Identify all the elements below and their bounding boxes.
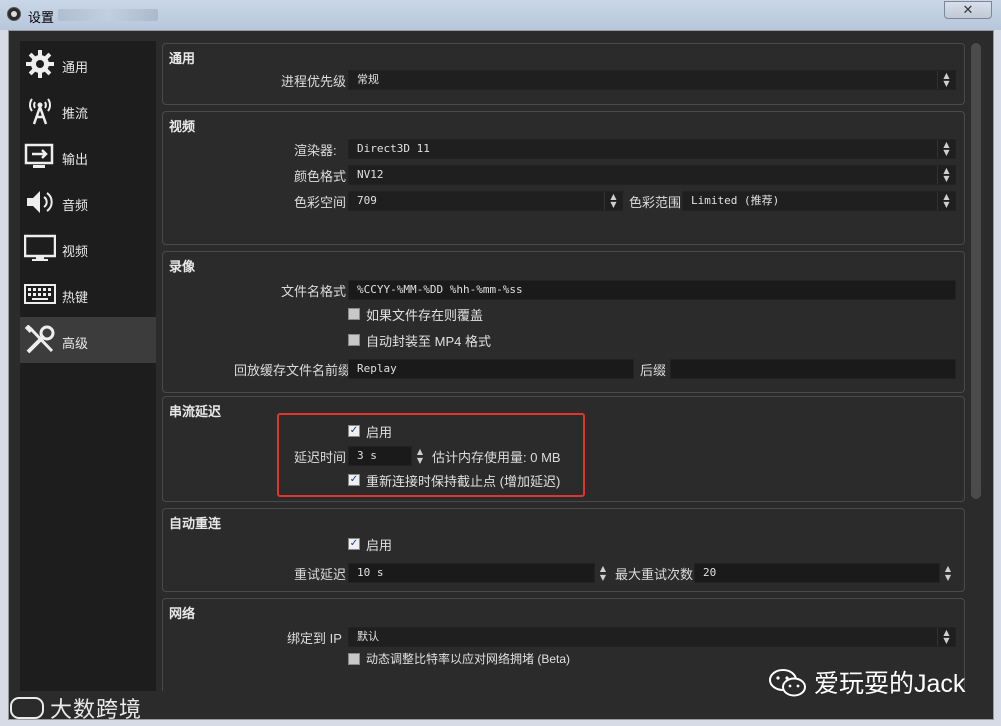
updown-icon: ▲ ▼ [937, 628, 955, 646]
group-title: 自动重连 [169, 516, 222, 531]
speaker-icon [27, 191, 53, 213]
reconnect-enable-checkbox[interactable]: ✓ [348, 538, 360, 550]
window-title: 设置 [28, 10, 55, 25]
wechat-icon [769, 669, 806, 697]
bind-ip-select[interactable]: 默认 ▲ ▼ [348, 627, 956, 647]
output-monitor-icon [24, 143, 54, 168]
sidebar-item-label: 高级 [62, 336, 89, 351]
replay-prefix-input[interactable]: Replay [348, 359, 634, 379]
watermark-left-text: 大数跨境 [50, 697, 143, 722]
broadcast-tower-icon [29, 98, 51, 125]
suffix-label: 后缀 [640, 363, 667, 378]
obs-icon [7, 7, 21, 21]
group-reconnect: 自动重连 ✓ 启用 重试延迟 10 s ▲ ▼ 最大重试次数 20 ▲ ▼ [162, 508, 965, 592]
logo-icon [10, 697, 44, 719]
renderer-label: 渲染器: [294, 143, 337, 158]
sidebar-item-audio[interactable]: 音频 [20, 179, 156, 225]
color-range-value: Limited (推荐) [691, 194, 780, 207]
sidebar-item-label: 通用 [62, 60, 89, 75]
sidebar-item-label: 视频 [62, 244, 89, 259]
retry-delay-spin-arrows-icon[interactable]: ▲ ▼ [596, 563, 610, 583]
renderer-value: Direct3D 11 [357, 142, 430, 155]
group-general: 通用 进程优先级 常规 ▲ ▼ [162, 43, 965, 105]
sidebar-item-advanced[interactable]: 高级 [20, 317, 156, 363]
watermark-right: 爱玩耍的Jack [768, 664, 965, 700]
tools-icon [24, 325, 55, 354]
sidebar-item-label: 输出 [62, 152, 89, 167]
automux-checkbox[interactable] [348, 334, 360, 346]
group-title: 串流延迟 [169, 404, 222, 419]
updown-icon: ▲ ▼ [937, 166, 955, 184]
red-highlight-box [277, 413, 585, 497]
color-format-value: NV12 [357, 168, 384, 181]
sidebar-item-label: 音频 [62, 198, 89, 213]
watermark-right-text: 爱玩耍的Jack [814, 670, 966, 698]
priority-label: 进程优先级 [281, 74, 347, 89]
keyboard-icon [24, 284, 56, 304]
automux-label: 自动封装至 MP4 格式 [366, 334, 491, 349]
renderer-select[interactable]: Direct3D 11 ▲ ▼ [348, 139, 956, 159]
retry-delay-label: 重试延迟 [294, 567, 347, 582]
updown-icon: ▲ ▼ [937, 140, 955, 158]
settings-dialog: 通用 推流 输出 音频 视频 热键 高级 通用 进程优先级 常规 ▲ ▼ 视频 … [8, 30, 994, 720]
sidebar-item-label: 热键 [62, 290, 89, 305]
watermark-left: 大数跨境 [10, 692, 142, 724]
filename-format-input[interactable]: %CCYY-%MM-%DD %hh-%mm-%ss [348, 280, 956, 300]
color-space-label: 色彩空间 [294, 195, 347, 210]
gear-icon [26, 50, 54, 78]
color-space-value: 709 [357, 194, 377, 207]
replay-prefix-label: 回放缓存文件名前缀 [234, 363, 352, 378]
overwrite-checkbox[interactable] [348, 308, 360, 320]
group-recording: 录像 文件名格式 %CCYY-%MM-%DD %hh-%mm-%ss 如果文件存… [162, 251, 965, 393]
bind-ip-label: 绑定到 IP [287, 631, 342, 646]
group-title: 网络 [169, 606, 196, 621]
overwrite-label: 如果文件存在则覆盖 [366, 308, 484, 323]
max-retries-label: 最大重试次数 [615, 567, 694, 582]
sidebar-item-label: 推流 [62, 106, 89, 121]
color-space-select[interactable]: 709 ▲ ▼ [348, 191, 623, 211]
updown-icon: ▲ ▼ [937, 192, 955, 210]
sidebar-item-video[interactable]: 视频 [20, 225, 156, 271]
bind-ip-value: 默认 [357, 630, 379, 643]
updown-icon: ▲ ▼ [604, 192, 622, 210]
color-range-select[interactable]: Limited (推荐) ▲ ▼ [682, 191, 956, 211]
settings-content: 通用 进程优先级 常规 ▲ ▼ 视频 渲染器: Direct3D 11 ▲ ▼ 颜色… [162, 41, 967, 691]
group-title: 视频 [169, 119, 196, 134]
dynamic-bitrate-label: 动态调整比特率以应对网络拥堵 (Beta) [366, 652, 571, 666]
color-format-label: 颜色格式 [294, 169, 347, 184]
max-retries-spinbox[interactable]: 20 [694, 563, 940, 583]
close-button[interactable]: ✕ [944, 1, 992, 19]
group-video: 视频 渲染器: Direct3D 11 ▲ ▼ 颜色格式 NV12 ▲ ▼ 色彩空间… [162, 111, 965, 245]
updown-icon: ▲ ▼ [937, 71, 955, 89]
priority-value: 常规 [357, 73, 379, 86]
color-format-select[interactable]: NV12 ▲ ▼ [348, 165, 956, 185]
color-range-label: 色彩范围 [629, 195, 682, 210]
reconnect-enable-label: 启用 [366, 538, 393, 553]
sidebar-item-hotkeys[interactable]: 热键 [20, 271, 156, 317]
retry-delay-spinbox[interactable]: 10 s [348, 563, 595, 583]
suffix-input[interactable] [670, 359, 956, 379]
sidebar-item-general[interactable]: 通用 [20, 41, 156, 87]
monitor-icon [24, 234, 56, 261]
sidebar-item-output[interactable]: 输出 [20, 133, 156, 179]
vertical-scrollbar[interactable] [971, 43, 981, 499]
filename-format-label: 文件名格式 [281, 284, 347, 299]
priority-select[interactable]: 常规 ▲ ▼ [348, 70, 956, 90]
settings-sidebar: 通用 推流 输出 音频 视频 热键 高级 [20, 41, 156, 691]
window-titlebar: 设置 ✕ [0, 0, 1001, 30]
sidebar-item-stream[interactable]: 推流 [20, 87, 156, 133]
blurred-title-region [58, 9, 158, 21]
max-retries-spin-arrows-icon[interactable]: ▲ ▼ [941, 563, 955, 583]
group-title: 通用 [169, 51, 196, 66]
group-title: 录像 [169, 259, 196, 274]
dynamic-bitrate-checkbox[interactable] [348, 653, 360, 665]
